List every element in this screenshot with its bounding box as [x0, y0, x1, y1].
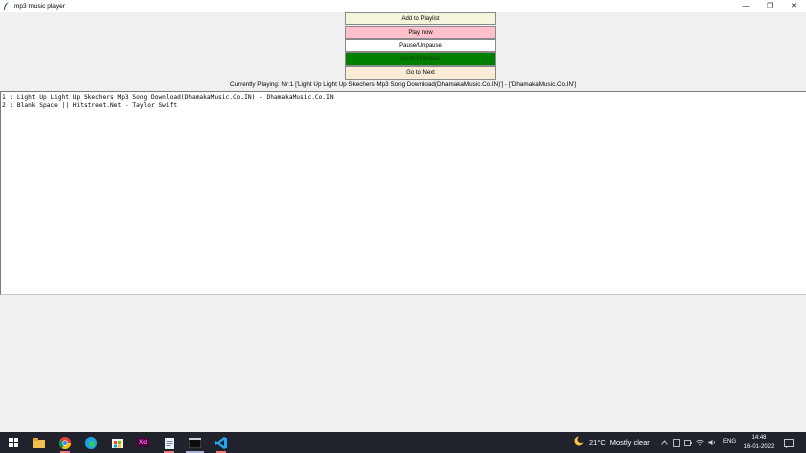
language-indicator[interactable]: ENG: [723, 439, 736, 445]
windows-taskbar: Xd 21°C Mostly clear ENG 14:48 16-01-202…: [0, 432, 806, 453]
weather-widget[interactable]: 21°C Mostly clear: [574, 432, 650, 453]
notepad-icon[interactable]: [156, 432, 182, 453]
play-now-button[interactable]: Play now: [345, 26, 496, 39]
close-button[interactable]: ✕: [782, 0, 806, 12]
notification-icon[interactable]: [782, 436, 796, 450]
vscode-icon[interactable]: [208, 432, 234, 453]
playlist-item[interactable]: 1 : Light Up Light Up Skechers Mp3 Song …: [2, 94, 806, 102]
feather-app-icon: [2, 1, 11, 11]
go-to-next-button[interactable]: Go to Next: [345, 66, 496, 80]
playlist-item[interactable]: 2 : Blank Space || Hitstreet.Net - Taylo…: [2, 102, 806, 110]
chrome-icon[interactable]: [52, 432, 78, 453]
moon-cloud-icon: [574, 436, 585, 449]
playlist-listbox[interactable]: 1 : Light Up Light Up Skechers Mp3 Song …: [0, 91, 806, 295]
minimize-button[interactable]: —: [734, 0, 758, 12]
battery-icon[interactable]: [684, 439, 692, 447]
store-icon[interactable]: [104, 432, 130, 453]
window-titlebar: mp3 music player — ❐ ✕: [0, 0, 806, 12]
weather-temperature: 21°C: [589, 438, 606, 447]
chevron-up-icon[interactable]: [660, 439, 668, 447]
adobe-xd-label: Xd: [136, 438, 150, 447]
security-icon[interactable]: [672, 438, 680, 447]
clock-date: 16-01-2022: [743, 443, 775, 450]
window-controls: — ❐ ✕: [734, 0, 806, 12]
pause-unpause-button[interactable]: Pause/Unpause: [345, 39, 496, 52]
wifi-icon[interactable]: [696, 439, 704, 447]
edge-icon[interactable]: [78, 432, 104, 453]
currently-playing-label: Currently Playing: Nr:1 ['Light Up Light…: [229, 81, 577, 88]
weather-condition: Mostly clear: [609, 438, 650, 447]
add-to-playlist-button[interactable]: Add to Playlist: [345, 12, 496, 25]
clock-time: 14:48: [751, 435, 767, 441]
window-title: mp3 music player: [14, 2, 65, 10]
go-to-previous-button[interactable]: Go to Previous: [345, 52, 496, 66]
volume-icon[interactable]: [708, 439, 716, 447]
system-clock[interactable]: 14:48 16-01-2022: [742, 434, 776, 451]
terminal-icon[interactable]: [182, 432, 208, 453]
adobe-xd-icon[interactable]: Xd: [130, 432, 156, 453]
windows-start-icon[interactable]: [0, 432, 26, 453]
system-tray: [660, 432, 716, 453]
restore-button[interactable]: ❐: [758, 0, 782, 12]
file-explorer-icon[interactable]: [26, 432, 52, 453]
